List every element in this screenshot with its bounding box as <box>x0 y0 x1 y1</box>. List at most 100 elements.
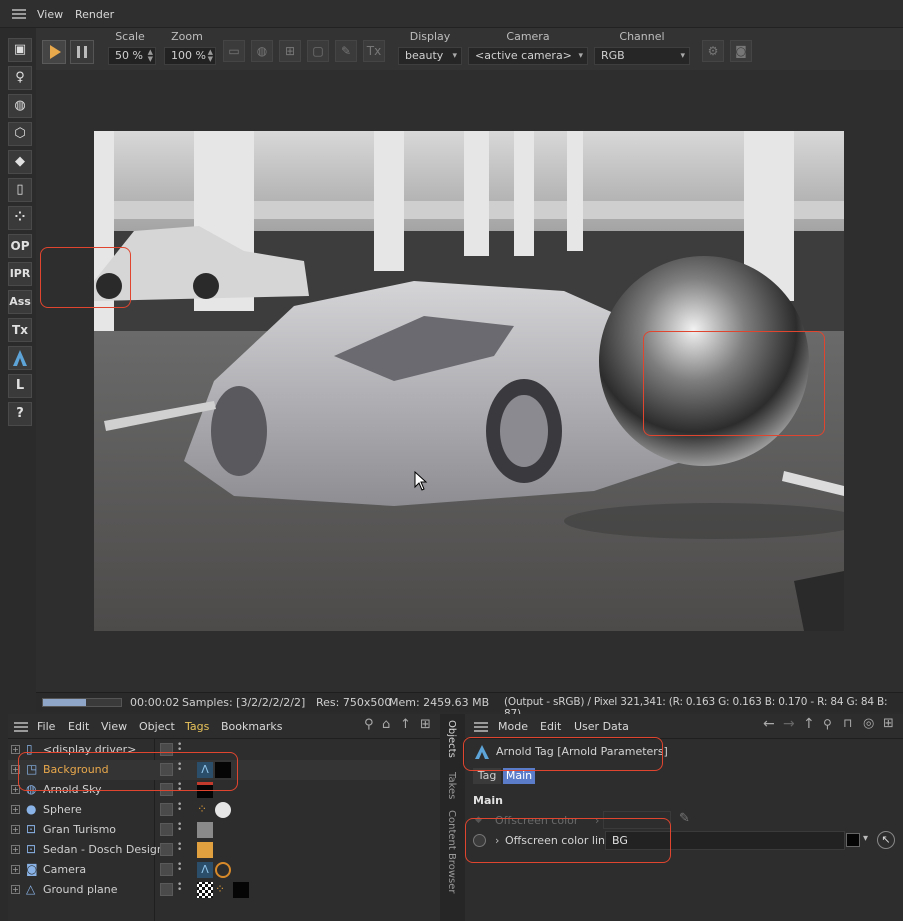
home-icon[interactable]: ⌂ <box>382 717 390 732</box>
menu-mode[interactable]: Mode <box>498 720 528 733</box>
render-toolbar: Scale 50 % ▲ ▼ Zoom 100 % ▲ ▼ ▭ ◍ ⊞ ▢ ✎ Tx… <box>36 28 903 70</box>
layer-checkbox[interactable] <box>160 823 173 836</box>
display-select[interactable]: beauty ▾ <box>398 47 462 65</box>
visibility-dots-icon[interactable]: • • <box>177 861 182 875</box>
checker-tag-icon[interactable] <box>197 882 213 898</box>
op-button[interactable]: OP <box>8 234 32 258</box>
menu-object[interactable]: Object <box>139 720 175 733</box>
sky-button[interactable]: ◍ <box>8 94 32 118</box>
expand-icon[interactable]: + <box>11 845 20 854</box>
up-arrow-icon[interactable]: ↑ <box>803 716 815 732</box>
dots-tag-icon[interactable]: ⁘ <box>215 882 231 898</box>
search-icon[interactable]: ⚲ <box>364 717 374 732</box>
hamburger-menu-icon[interactable] <box>474 722 488 732</box>
camera-value: <active camera> <box>475 49 572 62</box>
hierarchy-button[interactable]: ⊞ <box>279 40 301 62</box>
expand-icon[interactable]: + <box>11 745 20 754</box>
menu-edit[interactable]: Edit <box>68 720 89 733</box>
visibility-dots-icon[interactable]: • • <box>177 821 182 835</box>
object-row[interactable]: + ⊡ Gran Turismo • • <box>8 820 440 840</box>
snapshot-button[interactable]: ◙ <box>730 40 752 62</box>
up-arrow-icon[interactable]: ↑ <box>400 717 411 732</box>
back-arrow-icon[interactable]: ← <box>763 716 775 732</box>
menu-tags[interactable]: Tags <box>185 720 209 733</box>
brush-button[interactable]: ✎ <box>335 40 357 62</box>
chevron-down-icon[interactable]: ▾ <box>863 833 868 844</box>
play-button[interactable] <box>42 40 66 64</box>
cube-button[interactable]: ⬡ <box>8 122 32 146</box>
expand-icon[interactable]: + <box>11 805 20 814</box>
render-camera-button[interactable]: ▣ <box>8 38 32 62</box>
menu-render[interactable]: Render <box>75 8 114 21</box>
tx-tool-button[interactable]: Tx <box>8 318 32 342</box>
hamburger-menu-icon[interactable] <box>12 9 26 19</box>
hamburger-menu-icon[interactable] <box>14 722 28 732</box>
monitor-button[interactable]: ▭ <box>223 40 245 62</box>
particles-button[interactable]: ⁘ <box>8 206 32 230</box>
menu-user-data[interactable]: User Data <box>574 720 629 733</box>
object-row[interactable]: + △ Ground plane • • ⁘ <box>8 880 440 900</box>
menu-edit[interactable]: Edit <box>540 720 561 733</box>
cursor-pick-icon[interactable]: ↖ <box>877 831 895 849</box>
pause-button[interactable] <box>70 40 94 64</box>
object-row[interactable]: + ◙ Camera • • Λ <box>8 860 440 880</box>
object-name[interactable]: Ground plane <box>43 883 117 896</box>
document-icon: ▯ <box>16 182 24 197</box>
menu-bookmarks[interactable]: Bookmarks <box>221 720 282 733</box>
help-button[interactable]: ? <box>8 402 32 426</box>
object-row[interactable]: + ● Sphere • • ⁘ <box>8 800 440 820</box>
black-tag-icon[interactable] <box>233 882 249 898</box>
ass-button[interactable]: Ass <box>8 290 32 314</box>
globe-button[interactable]: ◍ <box>251 40 273 62</box>
tab-objects[interactable]: Objects <box>446 720 457 758</box>
target-icon[interactable]: ◎ <box>863 716 874 731</box>
object-name[interactable]: Sedan - Dosch Design <box>43 843 164 856</box>
color-swatch[interactable] <box>846 833 860 847</box>
arnold-button[interactable] <box>8 346 32 370</box>
camera-select[interactable]: <active camera> ▾ <box>468 47 588 65</box>
expand-icon[interactable]: + <box>11 865 20 874</box>
object-name[interactable]: Camera <box>43 863 86 876</box>
tab-takes[interactable]: Takes <box>446 772 457 799</box>
object-row[interactable]: + ⊡ Sedan - Dosch Design • • <box>8 840 440 860</box>
eyedropper-icon[interactable]: ✎ <box>679 811 690 826</box>
scale-input[interactable]: 50 % ▲ ▼ <box>108 47 156 65</box>
lock-icon[interactable]: ⊓ <box>843 716 852 730</box>
file-button[interactable]: ▯ <box>8 178 32 202</box>
sphere-tag-icon[interactable] <box>215 802 231 818</box>
tab-content-browser[interactable]: Content Browser <box>446 810 457 893</box>
visibility-dots-icon[interactable]: • • <box>177 801 182 815</box>
layer-checkbox[interactable] <box>160 803 173 816</box>
add-icon[interactable]: ⊞ <box>420 717 431 732</box>
forward-arrow-icon[interactable]: → <box>783 716 795 732</box>
expand-icon[interactable]: + <box>11 825 20 834</box>
object-name[interactable]: Gran Turismo <box>43 823 116 836</box>
visibility-dots-icon[interactable]: • • <box>177 881 182 895</box>
orange-tag-icon[interactable] <box>197 842 213 858</box>
frame-button[interactable]: ▢ <box>307 40 329 62</box>
arnold-tag-icon[interactable]: Λ <box>197 862 213 878</box>
volume-button[interactable]: ◆ <box>8 150 32 174</box>
settings-button[interactable]: ⚙ <box>702 40 724 62</box>
light-button[interactable]: ♀ <box>8 66 32 90</box>
layer-checkbox[interactable] <box>160 843 173 856</box>
visibility-dots-icon[interactable]: • • <box>177 841 182 855</box>
ipr-button[interactable]: IPR <box>8 262 32 286</box>
add-icon[interactable]: ⊞ <box>883 716 894 731</box>
expand-icon[interactable]: + <box>11 885 20 894</box>
grey-tag-icon[interactable] <box>197 822 213 838</box>
chevron-down-icon: ▾ <box>578 51 583 61</box>
dots-tag-icon[interactable]: ⁘ <box>197 802 213 818</box>
layer-checkbox[interactable] <box>160 883 173 896</box>
object-name[interactable]: Sphere <box>43 803 82 816</box>
forbid-tag-icon[interactable] <box>215 862 231 878</box>
menu-file[interactable]: File <box>37 720 55 733</box>
zoom-input[interactable]: 100 % ▲ ▼ <box>164 47 216 65</box>
tx-button[interactable]: Tx <box>363 40 385 62</box>
channel-select[interactable]: RGB ▾ <box>594 47 690 65</box>
search-icon[interactable]: ⚲ <box>823 717 832 731</box>
l-button[interactable]: L <box>8 374 32 398</box>
menu-view[interactable]: View <box>37 8 63 21</box>
menu-view[interactable]: View <box>101 720 127 733</box>
layer-checkbox[interactable] <box>160 863 173 876</box>
